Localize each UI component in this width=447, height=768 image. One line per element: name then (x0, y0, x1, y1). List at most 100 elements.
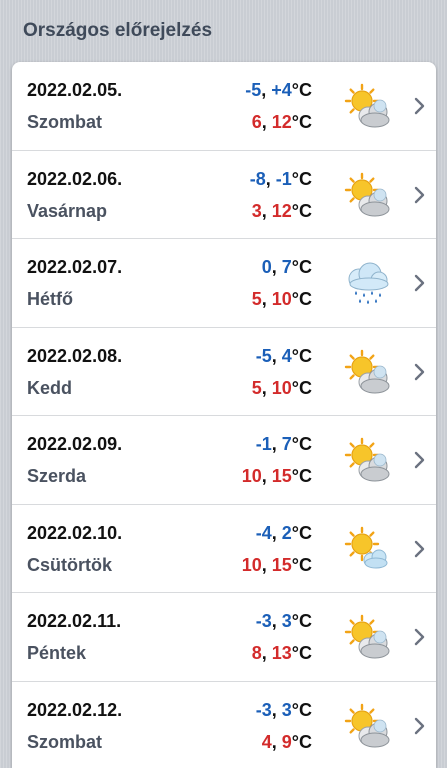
max-temp-low: 3 (251, 200, 262, 221)
min-temperature: 0, 7°C (261, 257, 312, 277)
max-temp-low: 8 (251, 643, 262, 663)
max-temp-high: 12 (271, 200, 292, 221)
forecast-date: 2022.02.06. (27, 168, 123, 189)
min-temperature: -3, 3°C (255, 699, 312, 720)
forecast-date: 2022.02.11. (27, 611, 122, 631)
forecast-date: 2022.02.09. (27, 434, 123, 454)
rain-icon (342, 259, 390, 307)
chevron-right-icon (414, 186, 425, 203)
forecast-day: Csütörtök (27, 554, 112, 575)
forecast-row[interactable]: 2022.02.08. Kedd -5, 4°C 5, 10°C (12, 328, 436, 416)
forecast-row[interactable]: 2022.02.09. Szerda -1, 7°C 10, 15°C (12, 416, 436, 505)
temp-unit: °C (291, 80, 312, 100)
forecast-row[interactable]: 2022.02.11. Péntek -3, 3°C 8, 13°C (12, 593, 436, 682)
max-temperature: 10, 15°C (241, 466, 312, 486)
min-temp-high: +4 (271, 80, 292, 100)
min-temp-high: 4 (281, 345, 292, 366)
forecast-header: Országos előrejelzés (0, 0, 447, 62)
min-temp-low: -5 (245, 80, 262, 100)
partly-cloudy-icon (342, 702, 390, 750)
chevron-right-icon (414, 363, 425, 380)
temp-unit: °C (291, 200, 312, 221)
min-temp-low: -1 (255, 434, 272, 454)
partly-cloudy-icon (342, 82, 390, 130)
max-temp-high: 9 (281, 731, 292, 752)
forecast-day: Szerda (27, 466, 87, 486)
min-temp-low: 0 (261, 257, 272, 277)
min-temp-low: -3 (255, 699, 272, 720)
partly-cloudy-icon (342, 436, 390, 484)
min-temperature: -5, 4°C (255, 345, 312, 366)
temp-unit: °C (291, 289, 312, 309)
forecast-date: 2022.02.05. (27, 80, 123, 100)
forecast-date: 2022.02.08. (27, 345, 123, 366)
page-title: Országos előrejelzés (23, 20, 213, 41)
max-temp-high: 15 (271, 466, 292, 486)
forecast-row[interactable]: 2022.02.07. Hétfő 0, 7°C 5, 10°C (12, 239, 436, 328)
min-temp-low: -8 (249, 168, 266, 189)
temp-unit: °C (291, 345, 312, 366)
max-temp-high: 13 (271, 643, 292, 663)
max-temperature: 3, 12°C (251, 200, 312, 221)
temp-unit: °C (291, 377, 312, 398)
max-temperature: 4, 9°C (261, 731, 312, 752)
min-temp-low: -5 (255, 345, 272, 366)
temp-unit: °C (291, 699, 312, 720)
max-temp-high: 10 (271, 289, 292, 309)
max-temperature: 8, 13°C (251, 643, 312, 663)
min-temp-low: -4 (255, 522, 272, 543)
forecast-row[interactable]: 2022.02.10. Csütörtök -4, 2°C 10, 15°C (12, 505, 436, 593)
max-temperature: 5, 10°C (251, 289, 312, 309)
min-temp-high: -1 (275, 168, 292, 189)
forecast-day: Szombat (27, 112, 103, 132)
min-temperature: -5, +4°C (245, 80, 312, 100)
max-temp-low: 5 (251, 289, 262, 309)
min-temp-high: 3 (281, 611, 292, 631)
max-temp-high: 12 (271, 112, 292, 132)
forecast-date: 2022.02.07. (27, 257, 123, 277)
mostly-sunny-icon (342, 525, 390, 573)
temp-unit: °C (291, 168, 312, 189)
max-temp-low: 5 (251, 377, 262, 398)
forecast-row[interactable]: 2022.02.12. Szombat -3, 3°C 4, 9°C (12, 682, 436, 768)
chevron-right-icon (414, 628, 425, 646)
min-temp-low: -3 (255, 611, 272, 631)
temp-unit: °C (291, 643, 312, 663)
chevron-right-icon (414, 451, 425, 469)
max-temperature: 10, 15°C (241, 554, 312, 575)
forecast-day: Szombat (27, 731, 103, 752)
min-temperature: -1, 7°C (255, 434, 312, 454)
forecast-date: 2022.02.12. (27, 699, 123, 720)
temp-unit: °C (291, 611, 312, 631)
forecast-day: Hétfő (27, 289, 73, 309)
forecast-list: 2022.02.05. Szombat -5, +4°C 6, 12°C 202… (12, 62, 436, 768)
forecast-day: Péntek (27, 643, 87, 663)
forecast-day: Kedd (27, 377, 72, 398)
partly-cloudy-icon (342, 171, 390, 219)
max-temperature: 6, 12°C (251, 112, 312, 132)
forecast-row[interactable]: 2022.02.05. Szombat -5, +4°C 6, 12°C (12, 62, 436, 151)
temp-unit: °C (291, 522, 312, 543)
min-temperature: -8, -1°C (249, 168, 312, 189)
chevron-right-icon (414, 274, 425, 292)
temp-unit: °C (291, 112, 312, 132)
min-temperature: -4, 2°C (255, 522, 312, 543)
temp-unit: °C (291, 554, 312, 575)
min-temp-high: 2 (281, 522, 292, 543)
min-temperature: -3, 3°C (255, 611, 312, 631)
temp-unit: °C (291, 731, 312, 752)
forecast-row[interactable]: 2022.02.06. Vasárnap -8, -1°C 3, 12°C (12, 151, 436, 239)
min-temp-high: 3 (281, 699, 292, 720)
min-temp-high: 7 (281, 257, 292, 277)
temp-unit: °C (291, 466, 312, 486)
partly-cloudy-icon (342, 348, 390, 396)
max-temp-low: 10 (241, 554, 262, 575)
max-temp-low: 4 (261, 731, 272, 752)
forecast-day: Vasárnap (27, 200, 108, 221)
max-temp-high: 10 (271, 377, 292, 398)
partly-cloudy-icon (342, 613, 390, 661)
chevron-right-icon (414, 97, 425, 115)
min-temp-high: 7 (281, 434, 292, 454)
max-temp-low: 10 (241, 466, 262, 486)
max-temp-high: 15 (271, 554, 292, 575)
